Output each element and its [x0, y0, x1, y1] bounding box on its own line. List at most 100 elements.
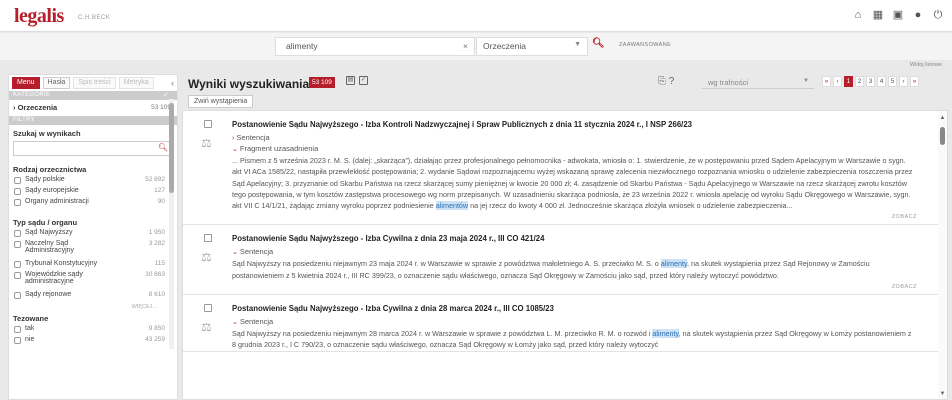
- results-list: ⚖ Postanowienie Sądu Najwyższego - Izba …: [182, 110, 948, 400]
- checkbox[interactable]: [14, 261, 21, 268]
- view-list-link[interactable]: Widoj listowe: [910, 62, 942, 68]
- filter-option[interactable]: Sąd Najwyższy 1 950: [9, 229, 177, 240]
- filter-option[interactable]: Sądy polskie 52 892: [9, 176, 177, 187]
- collapse-occurrences-button[interactable]: Zwiń wystąpienia: [188, 95, 254, 108]
- scope-select[interactable]: Orzeczenia ▼: [476, 37, 588, 56]
- page-button[interactable]: 4: [877, 76, 886, 87]
- filter-option[interactable]: Trybunał Konstytucyjny 115: [9, 260, 177, 271]
- advanced-search-link[interactable]: ZAAWANSOWANE: [619, 42, 671, 48]
- home-icon[interactable]: ⌂: [852, 9, 864, 21]
- category-orzeczenia[interactable]: › Orzeczenia 53 109: [9, 100, 177, 116]
- sentencja-toggle[interactable]: ⌄ Sentencja: [232, 247, 917, 258]
- last-page-button[interactable]: »: [910, 76, 919, 87]
- checkbox[interactable]: [14, 337, 21, 344]
- result-title[interactable]: Postanowienie Sądu Najwyższego - Izba Cy…: [232, 234, 917, 247]
- result-checkbox[interactable]: [204, 304, 212, 313]
- result-checkbox[interactable]: [204, 234, 212, 243]
- gavel-icon: ⚖: [201, 250, 212, 265]
- filter-group-title: Typ sądu / organu: [13, 218, 78, 227]
- filter-option[interactable]: Sądy rejonowe 8 610: [9, 291, 177, 302]
- page-button[interactable]: 3: [866, 76, 875, 87]
- result-title[interactable]: Postanowienie Sądu Najwyższego - Izba Cy…: [232, 304, 917, 317]
- scroll-down-icon[interactable]: ▼: [938, 391, 947, 397]
- see-more-link[interactable]: ZOBACZ: [232, 211, 917, 224]
- result-item: ⚖ Postanowienie Sądu Najwyższego - Izba …: [183, 295, 947, 352]
- scroll-thumb[interactable]: [169, 103, 174, 193]
- result-snippet: Sąd Najwyższy na posiedzeniu niejawnym 2…: [232, 259, 870, 280]
- logo-subtitle: C.H.BECK: [78, 15, 111, 21]
- filter-group-title: Rodzaj orzecznictwa: [13, 165, 87, 174]
- more-link[interactable]: WIĘCEJ...: [9, 302, 177, 312]
- pagination: « ‹ 1 2 3 4 5 › »: [822, 76, 919, 87]
- chevron-down-icon: ⌄: [232, 146, 238, 153]
- checkbox[interactable]: [14, 230, 21, 237]
- filtry-header: FILTRY: [9, 116, 177, 125]
- save-icon[interactable]: ▤: [346, 76, 355, 85]
- result-item: ⚖ Postanowienie Sądu Najwyższego - Izba …: [183, 225, 947, 296]
- sort-select[interactable]: wg trafności ▼: [702, 76, 814, 89]
- search-in-results-input[interactable]: 🔍︎: [13, 141, 173, 156]
- checkbox-icon[interactable]: ✓: [359, 76, 368, 85]
- tab-spis-tresci[interactable]: Spis treści: [73, 77, 116, 89]
- page-button[interactable]: 1: [844, 76, 853, 87]
- search-icon[interactable]: 🔍︎: [158, 143, 168, 152]
- filter-option[interactable]: Naczelny Sąd Administracyjny 3 282: [9, 240, 177, 260]
- search-in-results-label: Szukaj w wynikach: [13, 129, 81, 138]
- next-page-button[interactable]: ›: [899, 76, 908, 87]
- filter-group-title: Tezowane: [13, 314, 49, 323]
- clear-icon[interactable]: ×: [463, 41, 468, 51]
- collapse-sidebar-icon[interactable]: ‹: [171, 78, 174, 88]
- result-title[interactable]: Postanowienie Sądu Najwyższego - Izba Ko…: [232, 120, 917, 133]
- sidebar-scrollbar[interactable]: [169, 99, 174, 349]
- checkbox[interactable]: [14, 326, 21, 333]
- logo[interactable]: legalis: [14, 5, 64, 28]
- tab-menu[interactable]: Menu: [12, 77, 40, 89]
- gavel-icon: ⚖: [201, 320, 212, 335]
- export-icon[interactable]: ⎘: [658, 76, 666, 87]
- result-snippet: ... Pismem z 5 września 2023 r. M. S. (d…: [232, 156, 913, 211]
- search-bar: alimenty × Orzeczenia ▼ 🔍︎ ZAAWANSOWANE: [0, 33, 952, 60]
- sentencja-toggle[interactable]: ⌄ Sentencja: [232, 317, 917, 328]
- search-input[interactable]: alimenty ×: [275, 37, 475, 56]
- chevron-down-icon: ⌄: [232, 319, 238, 327]
- filter-option[interactable]: Sądy europejskie 127: [9, 187, 177, 198]
- search-highlight: alimenty: [652, 329, 679, 339]
- sentencja-toggle[interactable]: › Sentencja: [232, 133, 917, 144]
- sidebar: Menu Hasła Spis treści Metryka ‹ KATEGOR…: [8, 74, 178, 400]
- checkbox[interactable]: [14, 199, 21, 206]
- checkbox[interactable]: [14, 241, 21, 248]
- prev-page-button[interactable]: ‹: [833, 76, 842, 87]
- calendar-icon[interactable]: ▦: [872, 9, 884, 21]
- checkbox[interactable]: [14, 272, 21, 279]
- filter-option[interactable]: Wojewódzkie sądy administracyjne 30 863: [9, 271, 177, 291]
- checkbox[interactable]: [14, 177, 21, 184]
- search-highlight: alimenty: [660, 259, 688, 269]
- see-more-link[interactable]: ZOBACZ: [232, 281, 917, 294]
- scroll-thumb[interactable]: [940, 127, 945, 145]
- filter-option[interactable]: tak 9 850: [9, 325, 177, 336]
- filter-option[interactable]: Organy administracji 90: [9, 198, 177, 209]
- scroll-up-icon[interactable]: ▲: [938, 115, 947, 121]
- user-icon[interactable]: ●: [912, 9, 924, 21]
- filter-option[interactable]: nie 43 259: [9, 336, 177, 347]
- help-icon[interactable]: ?: [669, 76, 675, 87]
- tab-metryka[interactable]: Metryka: [118, 77, 154, 89]
- page-button[interactable]: 5: [888, 76, 897, 87]
- chevron-down-icon: ▼: [574, 41, 581, 48]
- building-icon[interactable]: ▣: [892, 9, 904, 21]
- chevron-down-icon: ⌄: [232, 249, 238, 257]
- results-scrollbar[interactable]: ▲ ▼: [938, 111, 947, 399]
- first-page-button[interactable]: «: [822, 76, 831, 87]
- checkbox[interactable]: [14, 188, 21, 195]
- result-snippet: Sąd Najwyższy na posiedzeniu niejawnym 2…: [232, 329, 912, 350]
- search-icon[interactable]: 🔍︎: [592, 38, 605, 49]
- checkbox[interactable]: [14, 292, 21, 299]
- tab-hasla[interactable]: Hasła: [42, 77, 71, 89]
- gavel-icon: ⚖: [201, 136, 212, 150]
- page-button[interactable]: 2: [855, 76, 864, 87]
- fragment-toggle[interactable]: ⌄ Fragment uzasadnienia: [232, 144, 917, 155]
- kategorie-header: KATEGORIE ✓: [9, 91, 177, 100]
- power-icon[interactable]: ⏻: [932, 9, 944, 21]
- result-checkbox[interactable]: [204, 120, 212, 128]
- results-title: Wyniki wyszukiwania: [188, 77, 310, 91]
